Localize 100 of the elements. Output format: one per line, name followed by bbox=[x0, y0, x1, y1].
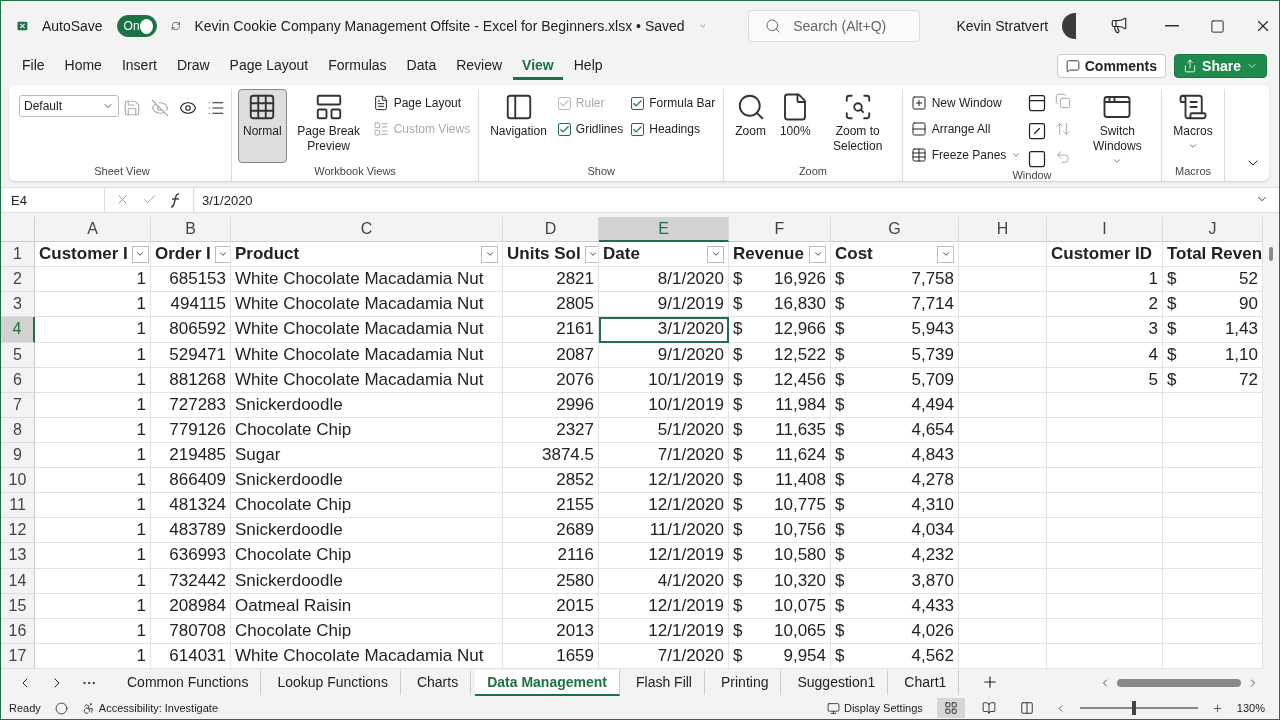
ribbon-checkbox[interactable]: Gridlines bbox=[555, 117, 626, 141]
sheet-tab[interactable]: Common Functions bbox=[115, 670, 262, 696]
search-field[interactable]: Search (Alt+Q) bbox=[748, 10, 921, 42]
currency-sign: $ bbox=[1167, 344, 1177, 365]
column-header[interactable]: D bbox=[503, 217, 599, 243]
formula-field[interactable]: 3/1/2020 bbox=[193, 188, 1245, 212]
filter-button[interactable] bbox=[584, 245, 598, 263]
column-title: Customer I bbox=[39, 244, 128, 265]
column-header[interactable]: F bbox=[729, 217, 831, 243]
row-header[interactable]: 8 bbox=[1, 417, 35, 443]
ribbon-checkbox[interactable]: Formula Bar bbox=[629, 91, 718, 115]
filter-button[interactable] bbox=[481, 245, 498, 263]
sheet-tab[interactable]: Lookup Functions bbox=[265, 670, 401, 696]
select-all-corner[interactable] bbox=[1, 217, 35, 243]
row-header[interactable]: 2 bbox=[1, 267, 35, 293]
filter-button[interactable] bbox=[937, 245, 954, 263]
cell-value: 5,943 bbox=[911, 319, 954, 340]
row-header[interactable]: 3 bbox=[1, 292, 35, 318]
ribbon-tab[interactable]: Draw bbox=[167, 52, 219, 80]
ribbon-button[interactable]: Switch Windows bbox=[1079, 89, 1156, 169]
filter-button[interactable] bbox=[131, 245, 149, 263]
ribbon-button[interactable]: Normal bbox=[238, 89, 287, 163]
sheet-tab[interactable]: Suggestion1 bbox=[785, 670, 889, 696]
row-header[interactable]: 16 bbox=[1, 618, 35, 644]
column-header[interactable]: J bbox=[1163, 217, 1263, 243]
row-header[interactable]: 5 bbox=[1, 342, 35, 368]
scrollbar-thumb[interactable] bbox=[1117, 679, 1241, 687]
row-header[interactable]: 15 bbox=[1, 593, 35, 619]
column-header[interactable]: I bbox=[1047, 217, 1163, 243]
ribbon-tab[interactable]: Review bbox=[447, 52, 512, 80]
ribbon-button[interactable]: Zoom to Selection bbox=[819, 89, 896, 163]
ribbon-tab[interactable]: View bbox=[513, 52, 563, 80]
ribbon-button[interactable]: Page Layout bbox=[370, 91, 473, 115]
comments-button[interactable]: Comments bbox=[1056, 54, 1167, 78]
ribbon-button[interactable]: Page Break Preview bbox=[290, 89, 367, 163]
ribbon-tab[interactable]: File bbox=[13, 52, 54, 80]
sheet-tab[interactable]: Flash Fill bbox=[623, 670, 705, 696]
column-header[interactable]: G bbox=[831, 217, 959, 243]
autosave-toggle[interactable]: On bbox=[116, 15, 157, 37]
row-header[interactable]: 9 bbox=[1, 443, 35, 469]
sheet-tab[interactable]: Data Management bbox=[475, 670, 620, 696]
slider-thumb[interactable] bbox=[1132, 701, 1137, 715]
ribbon-tab[interactable]: Page Layout bbox=[220, 52, 318, 80]
sheet-tab[interactable]: Charts bbox=[404, 670, 472, 696]
view-button[interactable] bbox=[936, 698, 965, 718]
row-header[interactable]: 11 bbox=[1, 493, 35, 519]
row-header[interactable]: 10 bbox=[1, 468, 35, 494]
filter-button[interactable] bbox=[214, 245, 230, 263]
ribbon-button[interactable]: Arrange All bbox=[908, 117, 1024, 141]
ribbon-button[interactable]: Freeze Panes bbox=[908, 143, 1024, 167]
row-header[interactable]: 6 bbox=[1, 367, 35, 393]
accessibility-status[interactable]: Accessibility: Investigate bbox=[98, 702, 218, 714]
row-header[interactable]: 17 bbox=[1, 643, 35, 669]
avatar[interactable] bbox=[1062, 13, 1077, 39]
column-title: Units Sol bbox=[507, 244, 581, 265]
row-header[interactable]: 7 bbox=[1, 392, 35, 418]
share-button[interactable]: Share bbox=[1174, 54, 1267, 78]
filter-button[interactable] bbox=[809, 245, 826, 263]
table-cell: 2996 bbox=[503, 392, 599, 418]
check-icon bbox=[558, 97, 570, 109]
display-settings[interactable]: Display Settings bbox=[844, 702, 923, 714]
column-header[interactable]: H bbox=[959, 217, 1047, 243]
column-header[interactable]: A bbox=[35, 217, 151, 243]
filter-button[interactable] bbox=[707, 245, 724, 263]
scrollbar-thumb[interactable] bbox=[1269, 247, 1273, 261]
row-header[interactable]: 1 bbox=[1, 242, 35, 268]
ribbon-tab[interactable]: Data bbox=[397, 52, 446, 80]
minimize-icon[interactable] bbox=[1165, 25, 1180, 27]
ribbon-button[interactable]: Navigation bbox=[485, 89, 552, 163]
table-cell: 3/1/2020 bbox=[599, 317, 729, 343]
arrange-icon bbox=[910, 121, 927, 137]
ribbon-checkbox[interactable]: Headings bbox=[629, 117, 718, 141]
ribbon-button[interactable]: Macros bbox=[1168, 89, 1218, 163]
row-header[interactable]: 4 bbox=[1, 317, 35, 343]
table-cell: 12/1/2019 bbox=[599, 543, 729, 569]
cell-value: 11,984 bbox=[775, 394, 826, 415]
ribbon-tab[interactable]: Help bbox=[564, 52, 612, 80]
ribbon-button[interactable]: 100% bbox=[774, 89, 816, 163]
ribbon-button[interactable]: Zoom bbox=[730, 89, 771, 163]
ribbon-tab[interactable]: Insert bbox=[112, 52, 166, 80]
column-header[interactable]: C bbox=[231, 217, 503, 243]
column-header[interactable]: B bbox=[151, 217, 231, 243]
ribbon-tab[interactable]: Home bbox=[55, 52, 111, 80]
document-title[interactable]: Kevin Cookie Company Management Offsite - Excel for Beginners.xlsx • Saved bbox=[194, 18, 685, 34]
name-box[interactable]: E4 bbox=[1, 188, 105, 212]
table-cell: 1 bbox=[35, 643, 151, 669]
table-cell: 219485 bbox=[151, 443, 231, 469]
row-header[interactable]: 13 bbox=[1, 543, 35, 569]
sheet-view-dropdown[interactable]: Default bbox=[19, 95, 119, 117]
zoom-level[interactable]: 130% bbox=[1236, 702, 1265, 714]
comment-icon bbox=[1065, 59, 1080, 73]
column-header[interactable]: E bbox=[599, 217, 729, 243]
cell-value: 90 bbox=[1239, 294, 1258, 315]
row-header[interactable]: 14 bbox=[1, 568, 35, 594]
ribbon-tab[interactable]: Formulas bbox=[319, 52, 396, 80]
ribbon-button[interactable]: New Window bbox=[908, 91, 1024, 115]
sheet-tab[interactable]: Chart1 bbox=[892, 670, 960, 696]
sheet-tab[interactable]: Printing bbox=[709, 670, 782, 696]
row-header[interactable]: 12 bbox=[1, 518, 35, 544]
page-break-icon bbox=[1019, 701, 1034, 715]
